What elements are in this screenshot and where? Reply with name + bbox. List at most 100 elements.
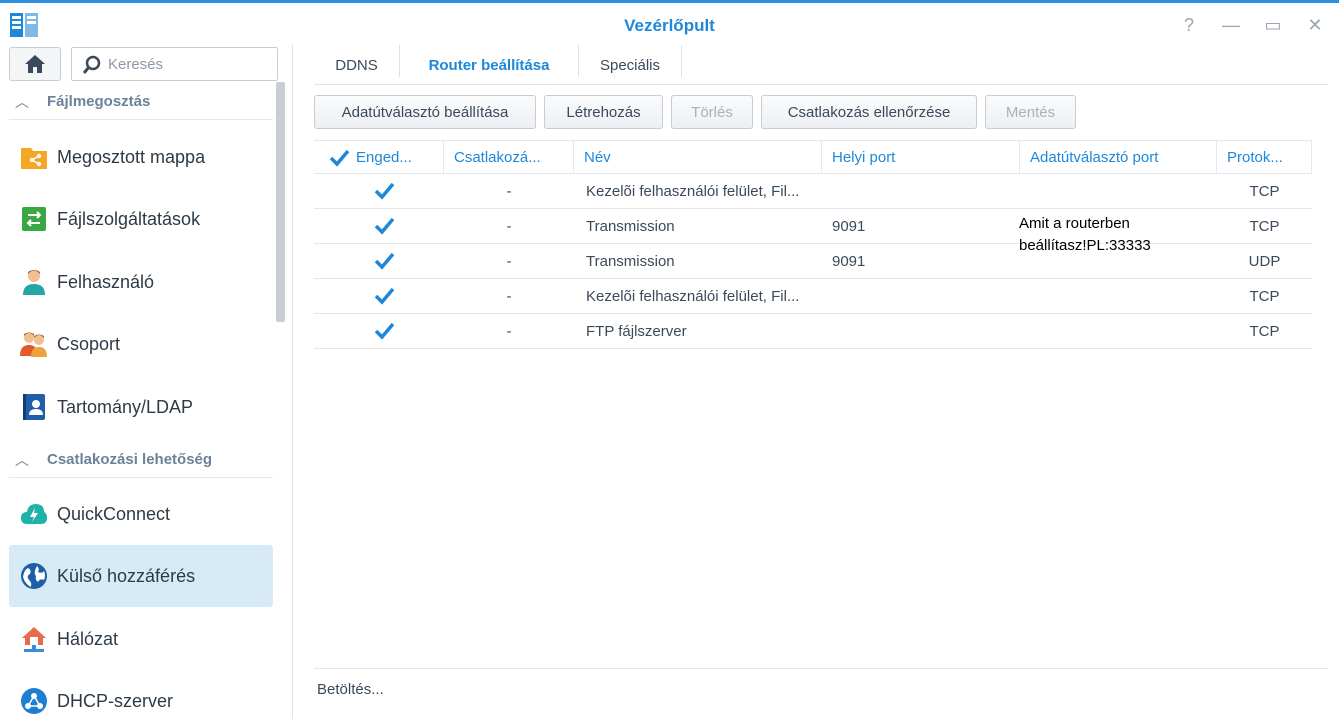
name-cell: Kezelõi felhasználói felület, Fil... bbox=[586, 182, 800, 200]
sidebar-item-label: Hálózat bbox=[57, 628, 119, 649]
sidebar-item-user[interactable]: Felhasználó bbox=[9, 251, 273, 313]
enabled-cell[interactable] bbox=[314, 279, 444, 313]
enabled-checkbox[interactable] bbox=[373, 180, 395, 202]
local-port-cell bbox=[822, 279, 1020, 313]
protocol-cell: UDP bbox=[1248, 252, 1281, 270]
local-port-cell bbox=[822, 174, 1020, 208]
router-setup-button[interactable]: Adatútválasztó beállítása bbox=[314, 95, 536, 129]
overlay-annotation-text: Amit a routerben beállítasz!PL:33333 bbox=[1019, 215, 1151, 254]
port-forwarding-table: Enged... Csatlakozá... Név Helyi port Ad… bbox=[314, 140, 1312, 349]
protocol-cell: TCP bbox=[1249, 287, 1280, 305]
sidebar-item-label: DHCP-szerver bbox=[57, 690, 174, 711]
maximize-icon[interactable]: ▭ bbox=[1263, 15, 1283, 35]
column-router-port[interactable]: Adatútválasztó port bbox=[1020, 141, 1217, 174]
tab-bar: DDNS Router beállítása Speciális bbox=[314, 45, 1328, 85]
sidebar-item-label: Külső hozzáférés bbox=[57, 565, 196, 586]
search-field[interactable] bbox=[71, 47, 278, 81]
main-panel: DDNS Router beállítása Speciális Adatútv… bbox=[294, 45, 1339, 719]
search-input[interactable] bbox=[108, 54, 268, 74]
protocol-cell: TCP bbox=[1249, 322, 1280, 340]
local-port-cell: 9091 bbox=[832, 217, 866, 235]
enabled-checkbox[interactable] bbox=[373, 285, 395, 307]
connection-cell: - bbox=[506, 217, 512, 235]
table-row[interactable]: - Kezelõi felhasználói felület, Fil... TCP bbox=[314, 174, 1312, 209]
sidebar-item-label: Megosztott mappa bbox=[57, 146, 206, 167]
sidebar-item-label: Fájlszolgáltatások bbox=[57, 208, 201, 229]
enabled-checkbox[interactable] bbox=[373, 250, 395, 272]
sidebar-item-label: Tartomány/LDAP bbox=[57, 396, 194, 417]
help-icon[interactable]: ? bbox=[1179, 15, 1199, 35]
table-row[interactable]: - Transmission 9091 UDP bbox=[314, 244, 1312, 279]
network-house-icon bbox=[19, 624, 49, 654]
table-row[interactable]: - Transmission 9091 TCP bbox=[314, 209, 1312, 244]
section-label: Csatlakozási lehetőség bbox=[47, 451, 213, 468]
section-file-sharing[interactable]: ︿ Fájlmegosztás bbox=[9, 84, 273, 120]
chevron-up-icon: ︿ bbox=[15, 93, 29, 110]
enabled-cell[interactable] bbox=[314, 209, 444, 243]
sidebar-item-dhcp-server[interactable]: DHCP-szerver bbox=[9, 670, 273, 719]
enabled-cell[interactable] bbox=[314, 314, 444, 348]
domain-ldap-icon bbox=[19, 392, 49, 422]
router-port-cell bbox=[1020, 279, 1217, 313]
home-icon bbox=[25, 55, 45, 73]
enabled-cell[interactable] bbox=[314, 244, 444, 278]
column-local-port[interactable]: Helyi port bbox=[822, 141, 1020, 174]
create-button[interactable]: Létrehozás bbox=[544, 95, 663, 129]
router-port-cell bbox=[1020, 314, 1217, 348]
column-connection[interactable]: Csatlakozá... bbox=[444, 141, 574, 174]
table-body: - Kezelõi felhasználói felület, Fil... TCP… bbox=[314, 174, 1312, 349]
enabled-checkbox[interactable] bbox=[373, 320, 395, 342]
column-enabled[interactable]: Enged... bbox=[314, 141, 444, 174]
test-connection-button[interactable]: Csatlakozás ellenőrzése bbox=[761, 95, 977, 129]
column-name[interactable]: Név bbox=[574, 141, 822, 174]
router-port-cell bbox=[1020, 174, 1217, 208]
chevron-up-icon: ︿ bbox=[15, 451, 29, 468]
section-connectivity[interactable]: ︿ Csatlakozási lehetőség bbox=[9, 442, 273, 478]
tab-ddns[interactable]: DDNS bbox=[314, 45, 399, 85]
search-icon bbox=[82, 55, 101, 74]
enabled-cell[interactable] bbox=[314, 174, 444, 208]
column-label: Enged... bbox=[356, 149, 412, 166]
dhcp-icon bbox=[19, 686, 49, 716]
sidebar: ︿ Fájlmegosztás Megosztott mappa Fájlszo… bbox=[0, 45, 293, 719]
status-text: Betöltés... bbox=[317, 681, 384, 698]
minimize-icon[interactable]: — bbox=[1221, 15, 1241, 35]
name-cell: Transmission bbox=[586, 252, 675, 270]
table-row[interactable]: - Kezelõi felhasználói felület, Fil... TCP bbox=[314, 279, 1312, 314]
local-port-cell: 9091 bbox=[832, 252, 866, 270]
tab-advanced[interactable]: Speciális bbox=[579, 45, 681, 85]
sidebar-item-label: Csoport bbox=[57, 333, 121, 354]
tab-divider bbox=[681, 45, 682, 77]
connection-cell: - bbox=[506, 322, 512, 340]
sidebar-scrollbar[interactable] bbox=[276, 82, 285, 322]
protocol-cell: TCP bbox=[1249, 182, 1280, 200]
enabled-checkbox[interactable] bbox=[373, 215, 395, 237]
connection-cell: - bbox=[506, 182, 512, 200]
column-protocol[interactable]: Protok... bbox=[1217, 141, 1312, 174]
table-row[interactable]: - FTP fájlszerver TCP bbox=[314, 314, 1312, 349]
home-button[interactable] bbox=[9, 47, 61, 81]
sidebar-item-label: QuickConnect bbox=[57, 503, 171, 524]
sidebar-item-file-services[interactable]: Fájlszolgáltatások bbox=[9, 188, 273, 250]
group-icon bbox=[19, 329, 49, 359]
sidebar-item-group[interactable]: Csoport bbox=[9, 313, 273, 375]
save-button[interactable]: Mentés bbox=[985, 95, 1076, 129]
table-header: Enged... Csatlakozá... Név Helyi port Ad… bbox=[314, 140, 1312, 174]
sidebar-item-label: Felhasználó bbox=[57, 271, 155, 292]
local-port-cell bbox=[822, 314, 1020, 348]
footer-divider bbox=[314, 668, 1328, 669]
close-icon[interactable]: ✕ bbox=[1305, 15, 1325, 35]
delete-button[interactable]: Törlés bbox=[671, 95, 753, 129]
sidebar-item-domain-ldap[interactable]: Tartomány/LDAP bbox=[9, 376, 273, 438]
sidebar-item-external-access[interactable]: Külső hozzáférés bbox=[9, 545, 273, 607]
connection-cell: - bbox=[506, 287, 512, 305]
sidebar-item-quickconnect[interactable]: QuickConnect bbox=[9, 483, 273, 545]
select-all-checkbox[interactable] bbox=[328, 147, 350, 169]
name-cell: FTP fájlszerver bbox=[586, 322, 687, 340]
sidebar-item-network[interactable]: Hálózat bbox=[9, 608, 273, 670]
tab-router-setup[interactable]: Router beállítása bbox=[400, 45, 578, 85]
name-cell: Transmission bbox=[586, 217, 675, 235]
sidebar-item-shared-folder[interactable]: Megosztott mappa bbox=[9, 126, 273, 188]
protocol-cell: TCP bbox=[1249, 217, 1280, 235]
file-services-icon bbox=[19, 204, 49, 234]
